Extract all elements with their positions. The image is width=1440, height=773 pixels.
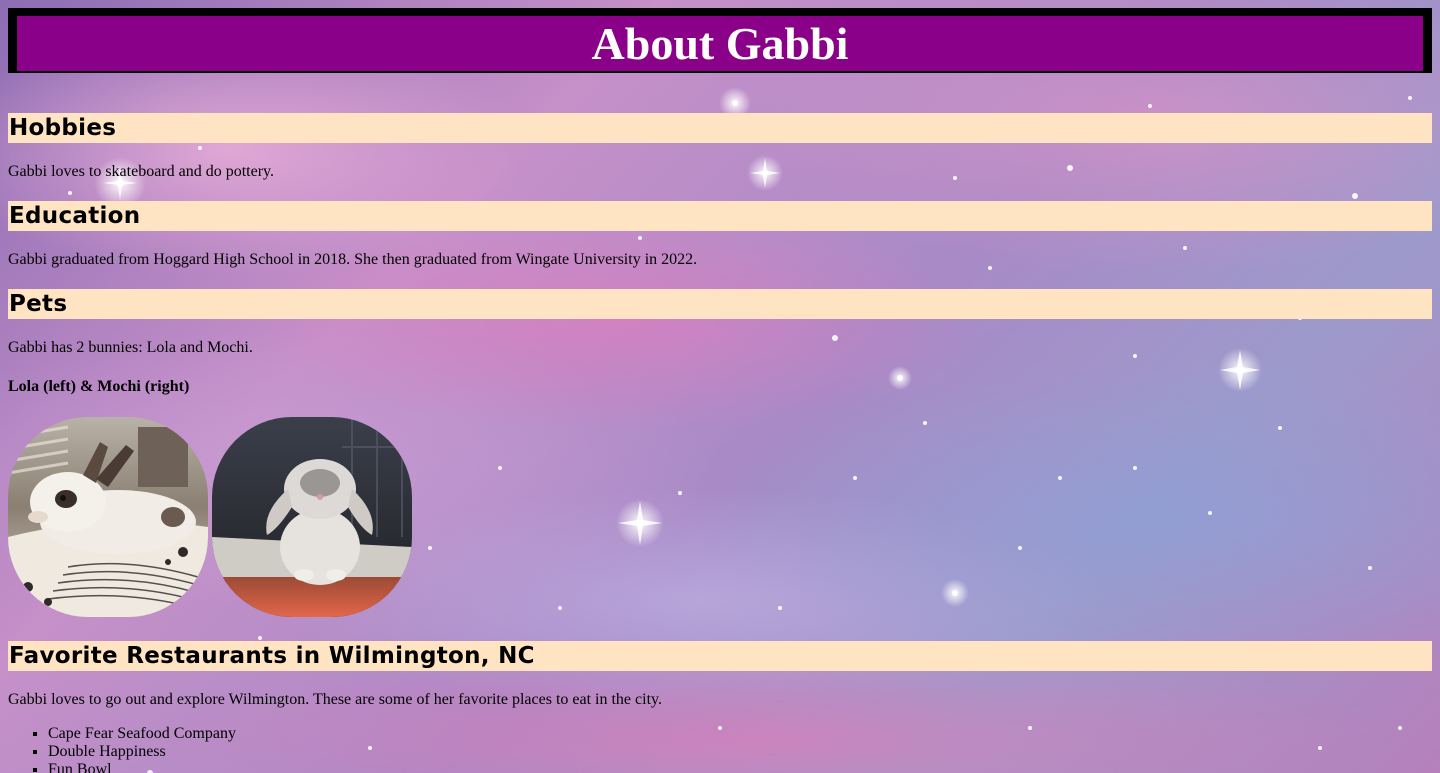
page-banner-inner: About Gabbi [17, 16, 1423, 71]
pets-photo-caption: Lola (left) & Mochi (right) [8, 378, 190, 395]
restaurant-list: Cape Fear Seafood Company Double Happine… [8, 725, 236, 773]
pets-heading: Pets [8, 289, 1432, 319]
list-item: Cape Fear Seafood Company [48, 725, 236, 743]
education-text: Gabbi graduated from Hoggard High School… [8, 251, 698, 268]
restaurants-heading: Favorite Restaurants in Wilmington, NC [8, 641, 1432, 671]
page-banner: About Gabbi [8, 8, 1432, 73]
pets-text: Gabbi has 2 bunnies: Lola and Mochi. [8, 339, 253, 356]
lola-bunny-photo [8, 417, 208, 617]
restaurants-text: Gabbi loves to go out and explore Wilmin… [8, 691, 662, 708]
pet-photos [8, 417, 412, 617]
list-item: Double Happiness [48, 743, 236, 761]
mochi-bunny-photo [212, 417, 412, 617]
hobbies-heading: Hobbies [8, 113, 1432, 143]
list-item: Fun Bowl [48, 761, 236, 773]
education-heading: Education [8, 201, 1432, 231]
page-title: About Gabbi [591, 18, 849, 69]
hobbies-text: Gabbi loves to skateboard and do pottery… [8, 163, 275, 180]
